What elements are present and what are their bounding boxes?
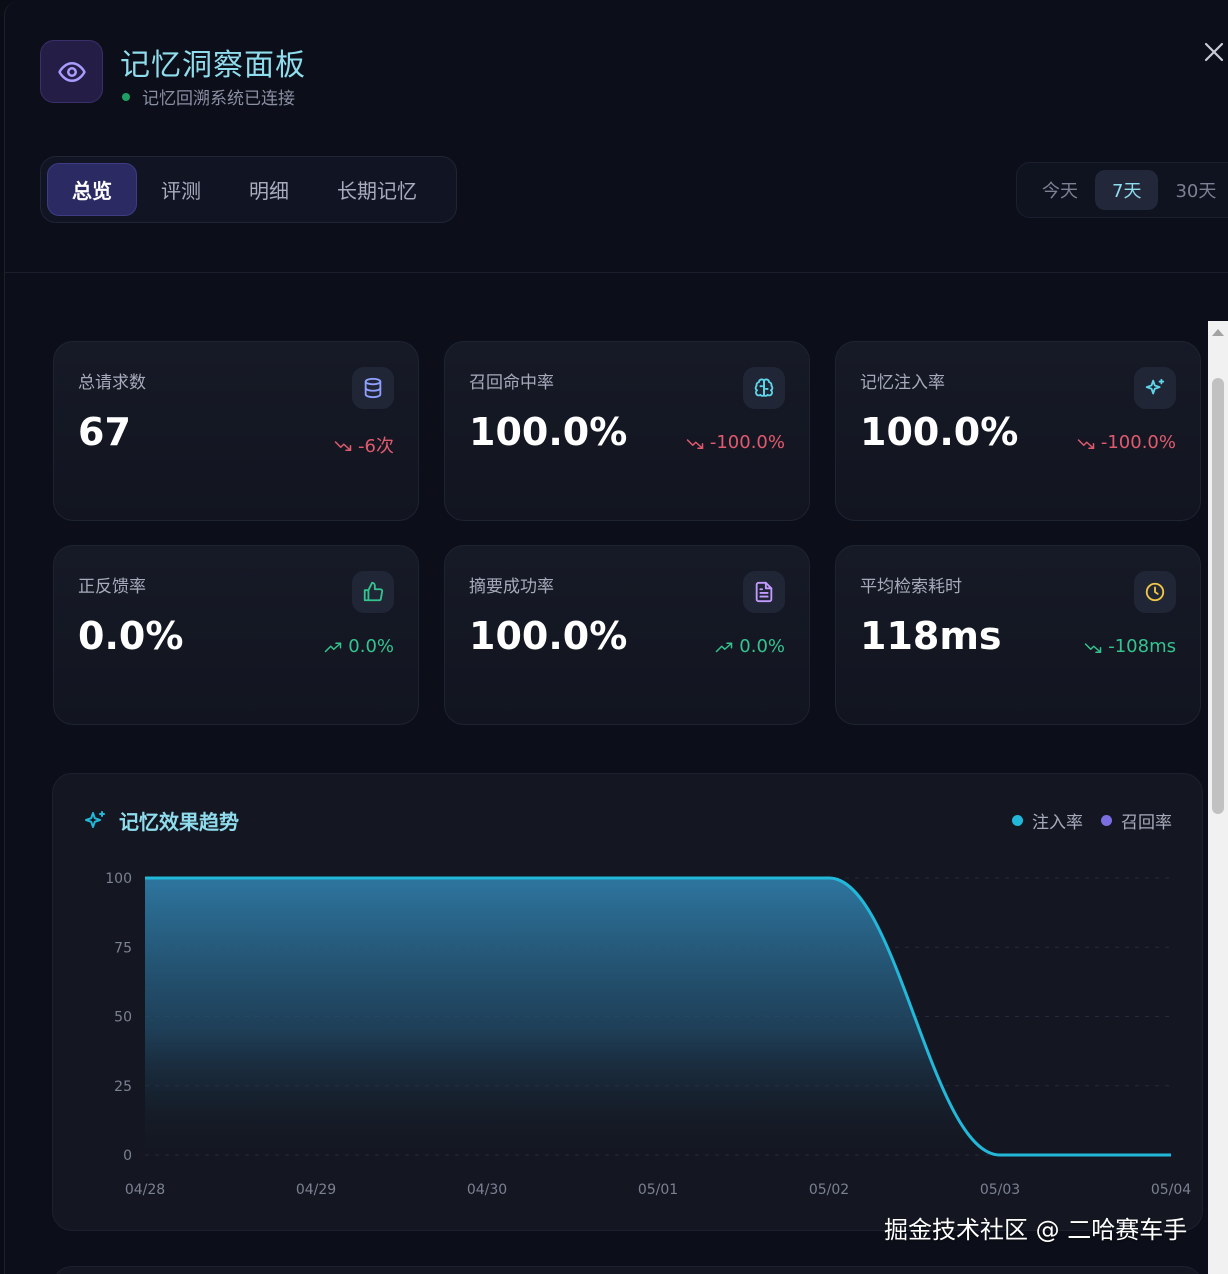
trending-up-icon (325, 642, 342, 652)
tab-evaluation[interactable]: 评测 (137, 163, 225, 216)
y-tick-label: 0 (123, 1148, 132, 1164)
scroll-up-arrow[interactable] (1212, 329, 1224, 336)
x-tick-label: 04/28 (125, 1182, 165, 1198)
stat-card-total-requests: 总请求数 67 -6次 (53, 341, 419, 521)
range-7-days[interactable]: 7天 (1095, 170, 1159, 210)
range-30-days[interactable]: 30天 (1158, 170, 1228, 210)
stat-icon-box (1134, 571, 1176, 613)
legend-item-injection[interactable]: 注入率 (1012, 808, 1083, 833)
x-tick-label: 05/03 (980, 1182, 1020, 1198)
sparkles-icon (85, 810, 105, 828)
stat-label: 总请求数 (78, 373, 146, 393)
view-tabs: 总览 评测 明细 长期记忆 (40, 156, 457, 223)
legend-dot (1012, 815, 1023, 826)
y-tick-label: 100 (105, 871, 132, 887)
scroll-thumb[interactable] (1212, 378, 1224, 814)
tab-overview[interactable]: 总览 (47, 163, 137, 216)
x-tick-label: 04/30 (467, 1182, 507, 1198)
brain-icon (754, 378, 774, 397)
stat-icon-box (743, 571, 785, 613)
chart-header: 记忆效果趋势 (83, 806, 239, 835)
watermark: 掘金技术社区 @ 二哈赛车手 (884, 1216, 1188, 1244)
stat-card-recall-hit-rate: 召回命中率 100.0% -100.0% (444, 341, 810, 521)
stat-icon-box (352, 367, 394, 409)
sparkles-icon (1145, 378, 1165, 395)
status-dot (122, 92, 130, 101)
stat-trend: -6次 (334, 432, 394, 458)
stat-trend: -100.0% (1077, 432, 1176, 453)
x-tick-label: 05/02 (809, 1182, 849, 1198)
stat-label: 正反馈率 (78, 577, 146, 597)
chart-title: 记忆效果趋势 (119, 810, 239, 834)
trending-down-icon (686, 438, 704, 449)
close-button[interactable] (1200, 38, 1228, 66)
thumbs-up-icon (363, 581, 384, 602)
stat-trend-value: -100.0% (1100, 432, 1176, 453)
stat-icon-box (1134, 367, 1176, 409)
x-tick-label: 05/04 (1151, 1182, 1191, 1198)
stat-label: 摘要成功率 (469, 577, 554, 597)
trend-chart-card: 0 25 50 75 100 04/28 04/29 04/30 05/01 05/02 05/03… (52, 773, 1203, 1231)
tab-long-term-memory[interactable]: 长期记忆 (313, 163, 441, 216)
stat-label: 记忆注入率 (860, 373, 945, 393)
stat-value: 118ms (860, 614, 1002, 658)
legend-item-recall[interactable]: 召回率 (1101, 808, 1172, 833)
stat-icon-box (743, 367, 785, 409)
tab-details[interactable]: 明细 (225, 163, 313, 216)
legend-dot (1101, 815, 1112, 826)
connection-status: 记忆回溯系统已连接 (122, 84, 295, 109)
x-tick-label: 05/01 (638, 1182, 678, 1198)
header-divider (4, 272, 1228, 273)
stat-trend: 0.0% (715, 636, 785, 657)
stat-value: 67 (78, 410, 131, 454)
database-icon (364, 377, 382, 399)
chart-legend: 注入率 召回率 (994, 808, 1172, 833)
eye-icon (57, 61, 86, 82)
stat-label: 召回命中率 (469, 373, 554, 393)
stat-label: 平均检索耗时 (860, 577, 962, 597)
stat-value: 100.0% (860, 410, 1019, 454)
range-today[interactable]: 今天 (1025, 170, 1095, 210)
document-icon (755, 581, 773, 603)
y-tick-label: 75 (114, 940, 132, 956)
legend-label: 召回率 (1121, 813, 1172, 833)
logo-badge (40, 40, 103, 103)
stat-trend: -100.0% (686, 432, 785, 453)
stat-icon-box (352, 571, 394, 613)
time-range-selector: 今天 7天 30天 (1016, 162, 1228, 218)
stat-card-summary-success-rate: 摘要成功率 100.0% 0.0% (444, 545, 810, 725)
stat-trend-value: -100.0% (709, 432, 785, 453)
stat-trend-value: 0.0% (348, 636, 394, 657)
stat-value: 100.0% (469, 614, 628, 658)
x-tick-label: 04/29 (296, 1182, 336, 1198)
stat-card-positive-feedback-rate: 正反馈率 0.0% 0.0% (53, 545, 419, 725)
stat-trend-value: -108ms (1108, 636, 1176, 657)
stat-value: 100.0% (469, 410, 628, 454)
close-icon (1204, 42, 1224, 62)
legend-label: 注入率 (1032, 813, 1083, 833)
status-text: 记忆回溯系统已连接 (142, 89, 295, 109)
stat-value: 0.0% (78, 614, 184, 658)
stat-trend-value: -6次 (358, 436, 394, 457)
stat-card-memory-injection-rate: 记忆注入率 100.0% -100.0% (835, 341, 1201, 521)
stat-card-avg-retrieval-time: 平均检索耗时 118ms -108ms (835, 545, 1201, 725)
y-tick-label: 25 (114, 1079, 132, 1095)
page-title: 记忆洞察面板 (120, 48, 306, 83)
stat-trend: 0.0% (324, 636, 394, 657)
clock-icon (1145, 582, 1165, 602)
trending-down-icon (334, 441, 352, 451)
trending-down-icon (1084, 642, 1102, 653)
trend-chart: 0 25 50 75 100 04/28 04/29 04/30 05/01 05/02 05/03… (105, 871, 1191, 1198)
stat-trend-value: 0.0% (739, 636, 785, 657)
next-section-card (52, 1266, 1203, 1274)
y-tick-label: 50 (114, 1010, 132, 1026)
trending-down-icon (1077, 438, 1095, 449)
stat-trend: -108ms (1084, 636, 1176, 657)
trending-up-icon (716, 642, 733, 652)
scrollbar[interactable] (1208, 321, 1228, 1274)
